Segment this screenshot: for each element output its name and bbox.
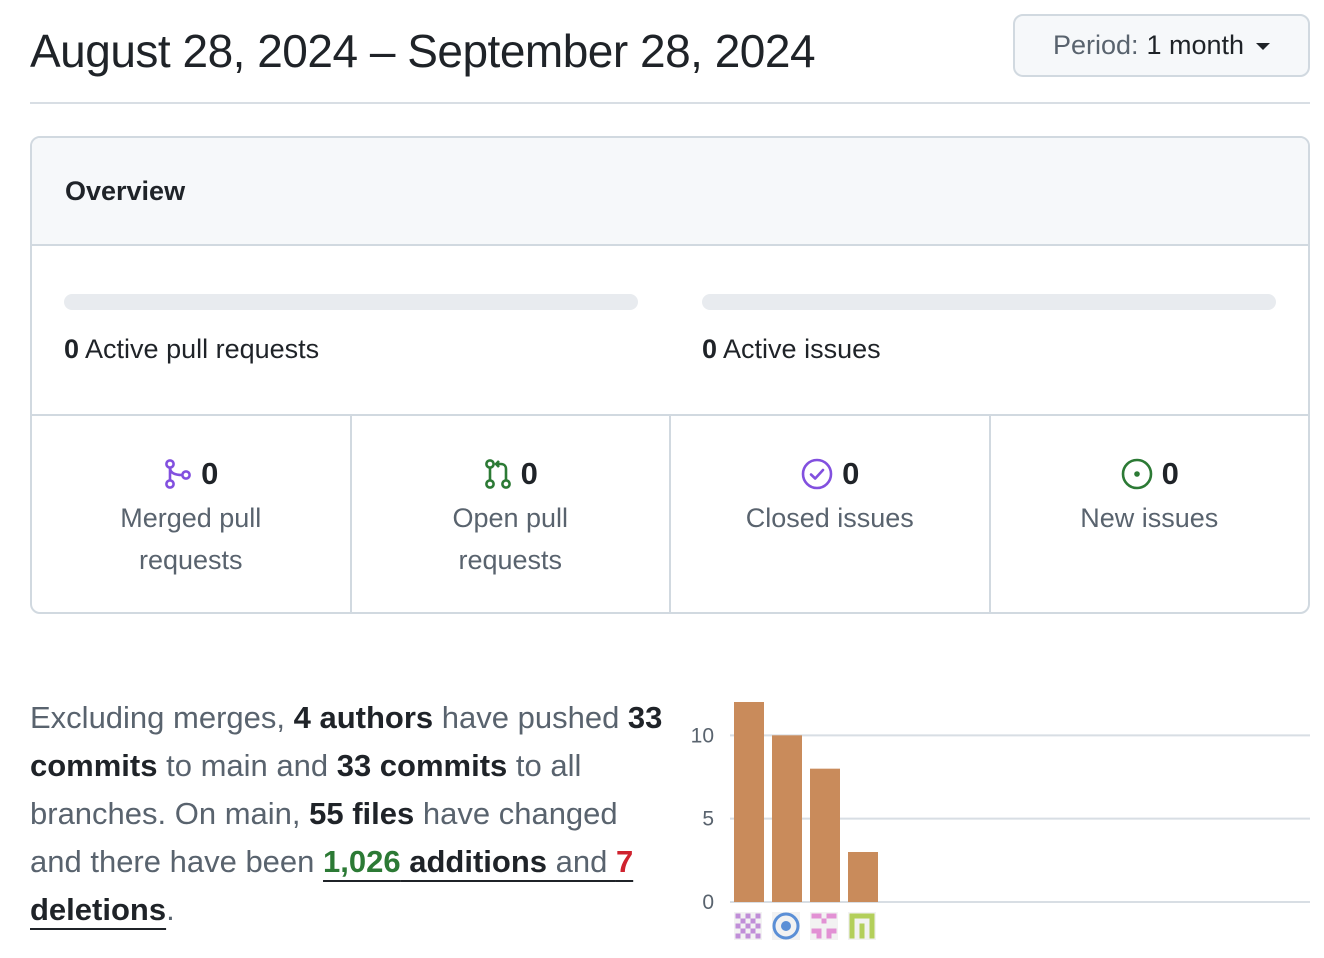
active-issues-count: 0	[702, 334, 718, 364]
issue-opened-icon	[1121, 458, 1152, 490]
active-summary-row: 0 Active pull requests 0 Active issues	[32, 246, 1308, 416]
merged-pull-requests-label: Merged pull requests	[120, 503, 262, 575]
git-pull-request-icon	[484, 459, 511, 489]
open-pull-requests-label: Open pull requests	[452, 503, 569, 575]
bar-author-1	[734, 702, 764, 902]
avatar-identicon-green[interactable]	[848, 912, 876, 940]
deletions-count: 7	[615, 844, 634, 879]
overview-header: Overview	[32, 138, 1308, 246]
active-pull-requests-label: Active pull requests	[85, 334, 320, 364]
summary-text: and	[547, 844, 616, 879]
closed-issues-stat[interactable]: 0 Closed issues	[671, 416, 991, 612]
avatar-dragon-blue[interactable]	[772, 912, 800, 940]
new-issues-label: New issues	[1080, 503, 1219, 533]
page-header: August 28, 2024 – September 28, 2024 Per…	[30, 0, 1310, 104]
bar-author-3	[810, 768, 840, 902]
summary-text: Excluding merges,	[30, 700, 294, 735]
caret-down-icon	[1256, 43, 1271, 50]
additions-word: additions	[400, 844, 547, 879]
overview-panel: Overview 0 Active pull requests 0 Active…	[30, 136, 1310, 614]
summary-text: to main and	[157, 748, 337, 783]
new-issues-count: 0	[1161, 456, 1179, 491]
new-issues-stat[interactable]: 0 New issues	[991, 416, 1309, 612]
git-merge-icon	[165, 459, 192, 489]
avatar-identicon-pink[interactable]	[810, 912, 838, 940]
period-value: 1 month	[1146, 30, 1245, 60]
files-changed-count: 55 files	[309, 796, 415, 831]
y-tick-label: 5	[702, 808, 714, 831]
active-issues: 0 Active issues	[702, 294, 1276, 365]
issue-closed-icon	[801, 458, 833, 490]
bar-author-4	[848, 852, 878, 902]
merged-pull-requests-count: 0	[201, 456, 219, 491]
period-dropdown-button[interactable]: Period: 1 month	[1013, 14, 1310, 77]
stats-row: 0 Merged pull requests 0 Open pull reque…	[32, 416, 1308, 612]
active-pull-requests: 0 Active pull requests	[64, 294, 638, 365]
closed-issues-count: 0	[842, 456, 860, 491]
period-prefix: Period:	[1052, 30, 1139, 60]
authors-count: 4 authors	[293, 700, 434, 735]
overview-title: Overview	[65, 175, 186, 206]
active-issues-bar	[702, 294, 1276, 310]
additions-link[interactable]: 1,026 additions and	[323, 844, 616, 879]
y-tick-label: 10	[691, 724, 714, 747]
commits-all-count: 33 commits	[336, 748, 508, 783]
commit-summary: Excluding merges, 4 authors have pushed …	[30, 694, 670, 934]
summary-text: have pushed	[433, 700, 628, 735]
open-pull-requests-count: 0	[520, 456, 538, 491]
active-pull-requests-bar	[64, 294, 638, 310]
avatar-identicon-purple[interactable]	[734, 912, 762, 940]
active-issues-label: Active issues	[723, 334, 881, 364]
merged-pull-requests-stat[interactable]: 0 Merged pull requests	[32, 416, 352, 612]
y-tick-label: 0	[702, 891, 714, 914]
bar-author-2	[772, 735, 802, 902]
commits-by-author-chart: 0 5 10	[680, 690, 1320, 950]
closed-issues-label: Closed issues	[745, 503, 914, 533]
summary-text: .	[166, 892, 175, 927]
deletions-word: deletions	[30, 892, 167, 927]
date-range-title: August 28, 2024 – September 28, 2024	[30, 25, 816, 77]
additions-count: 1,026	[323, 844, 401, 879]
open-pull-requests-stat[interactable]: 0 Open pull requests	[352, 416, 671, 612]
bar-chart-svg: 0 5 10	[691, 702, 1310, 940]
active-pull-requests-count: 0	[64, 334, 80, 364]
